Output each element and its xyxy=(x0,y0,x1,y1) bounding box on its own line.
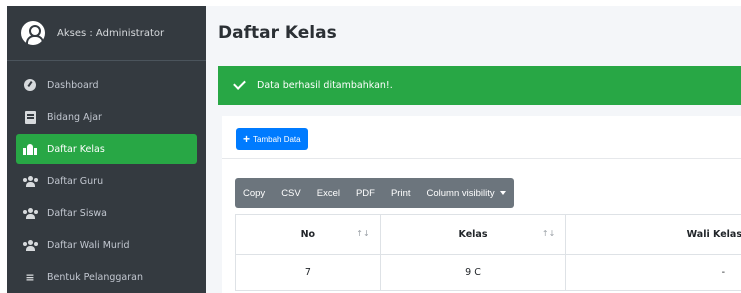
sidebar-item-label: Daftar Guru xyxy=(47,175,104,187)
sidebar-item-label: Dashboard xyxy=(47,79,99,91)
card-header: + Tambah Data xyxy=(222,116,741,159)
caret-down-icon xyxy=(499,191,506,195)
user-avatar-icon xyxy=(21,21,45,45)
copy-button[interactable]: Copy xyxy=(235,178,273,208)
header-no[interactable]: No ↑↓ xyxy=(235,214,381,255)
table-row: 7 9 C - xyxy=(235,254,741,291)
add-data-label: Tambah Data xyxy=(253,134,301,144)
export-button-group: Copy CSV Excel PDF Print Column visibili… xyxy=(235,178,514,208)
sidebar: Akses : Administrator Dashboard Bidang A… xyxy=(7,6,206,293)
csv-button[interactable]: CSV xyxy=(273,178,309,208)
list-icon: ≡ xyxy=(25,270,35,284)
sort-icon: ↑↓ xyxy=(541,229,556,238)
page-title: Daftar Kelas xyxy=(218,23,337,43)
class-table: No ↑↓ Kelas ↑↓ Wali Kelas 7 9 C - xyxy=(235,214,741,291)
column-visibility-label: Column visibility xyxy=(426,187,495,199)
print-button[interactable]: Print xyxy=(383,178,419,208)
sidebar-brand[interactable]: Akses : Administrator xyxy=(7,6,206,61)
sidebar-item-label: Daftar Siswa xyxy=(47,207,107,219)
check-icon xyxy=(233,77,246,90)
header-kelas[interactable]: Kelas ↑↓ xyxy=(379,214,567,255)
plus-icon: + xyxy=(243,132,251,146)
class-list-card: + Tambah Data Copy CSV Excel PDF Print C… xyxy=(222,116,741,293)
users-icon xyxy=(22,174,38,188)
book-icon xyxy=(22,110,38,124)
sidebar-item-label: Daftar Wali Murid xyxy=(47,239,130,251)
school-icon xyxy=(22,142,38,156)
header-label: Wali Kelas xyxy=(686,229,741,240)
add-data-button[interactable]: + Tambah Data xyxy=(236,128,308,150)
sidebar-item-daftar-wali-murid[interactable]: Daftar Wali Murid xyxy=(16,230,197,260)
pdf-button[interactable]: PDF xyxy=(348,178,383,208)
cell-wali-kelas: - xyxy=(565,254,741,291)
sidebar-nav: Dashboard Bidang Ajar Daftar Kelas Dafta… xyxy=(7,61,206,292)
users-icon xyxy=(22,238,38,252)
cell-no: 7 xyxy=(235,254,381,291)
sidebar-item-bidang-ajar[interactable]: Bidang Ajar xyxy=(16,102,197,132)
sidebar-item-label: Bidang Ajar xyxy=(47,111,102,123)
dashboard-icon xyxy=(22,78,38,92)
column-visibility-button[interactable]: Column visibility xyxy=(419,178,514,208)
sidebar-item-label: Daftar Kelas xyxy=(47,143,105,155)
header-label: No xyxy=(300,229,316,240)
header-label: Kelas xyxy=(458,229,488,240)
success-alert: Data berhasil ditambahkan!. xyxy=(218,66,741,105)
excel-button[interactable]: Excel xyxy=(309,178,348,208)
sidebar-item-daftar-kelas[interactable]: Daftar Kelas xyxy=(16,134,197,164)
cell-kelas: 9 C xyxy=(379,254,567,291)
table-header-row: No ↑↓ Kelas ↑↓ Wali Kelas xyxy=(235,214,741,255)
sidebar-item-label: Bentuk Pelanggaran xyxy=(47,271,143,283)
sidebar-item-dashboard[interactable]: Dashboard xyxy=(16,70,197,100)
main-content: Daftar Kelas Data berhasil ditambahkan!.… xyxy=(206,6,741,293)
sidebar-item-daftar-siswa[interactable]: Daftar Siswa xyxy=(16,198,197,228)
alert-message: Data berhasil ditambahkan!. xyxy=(257,80,393,91)
sidebar-item-daftar-guru[interactable]: Daftar Guru xyxy=(16,166,197,196)
sort-icon: ↑↓ xyxy=(356,229,370,238)
sidebar-item-bentuk-pelanggaran[interactable]: ≡ Bentuk Pelanggaran xyxy=(16,262,197,292)
users-icon xyxy=(22,206,38,220)
access-label: Akses : Administrator xyxy=(57,27,165,39)
header-wali-kelas[interactable]: Wali Kelas xyxy=(565,214,741,255)
